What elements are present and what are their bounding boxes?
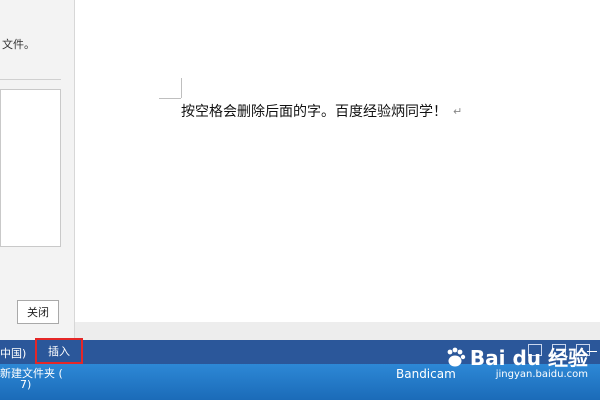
baidu-paw-icon <box>444 346 466 368</box>
baidu-watermark: Bai du 经验 jingyan.baidu.com <box>444 342 588 380</box>
margin-corner-marker-h <box>159 98 181 99</box>
dialog-list-box[interactable] <box>0 89 61 247</box>
document-bottom-area <box>75 322 600 340</box>
paragraph-mark-icon: ↵ <box>453 104 463 118</box>
dialog-text: 文件。 <box>2 38 35 51</box>
status-language[interactable]: 中国) <box>0 345 26 361</box>
dialog-divider <box>0 79 61 80</box>
close-button[interactable]: 关闭 <box>17 300 59 324</box>
taskbar-item-label-line2: 7) <box>20 378 32 391</box>
taskbar-item-folder[interactable]: 新建文件夹 ( 7) <box>0 364 70 400</box>
baidu-brand: Bai du 经验 <box>469 346 588 370</box>
baidu-url: jingyan.baidu.com <box>495 369 588 380</box>
taskbar-item-label-line1: 新建文件夹 ( <box>0 367 63 380</box>
document-text: 按空格会删除后面的字。百度经验炳同学！ <box>181 104 447 120</box>
document-page[interactable] <box>75 0 600 322</box>
insert-mode-indicator[interactable]: 插入 <box>35 338 83 364</box>
document-text-line[interactable]: 按空格会删除后面的字。百度经验炳同学！ ↵ <box>181 101 462 121</box>
zoom-minus-icon[interactable] <box>587 351 597 352</box>
margin-corner-marker <box>181 78 182 98</box>
